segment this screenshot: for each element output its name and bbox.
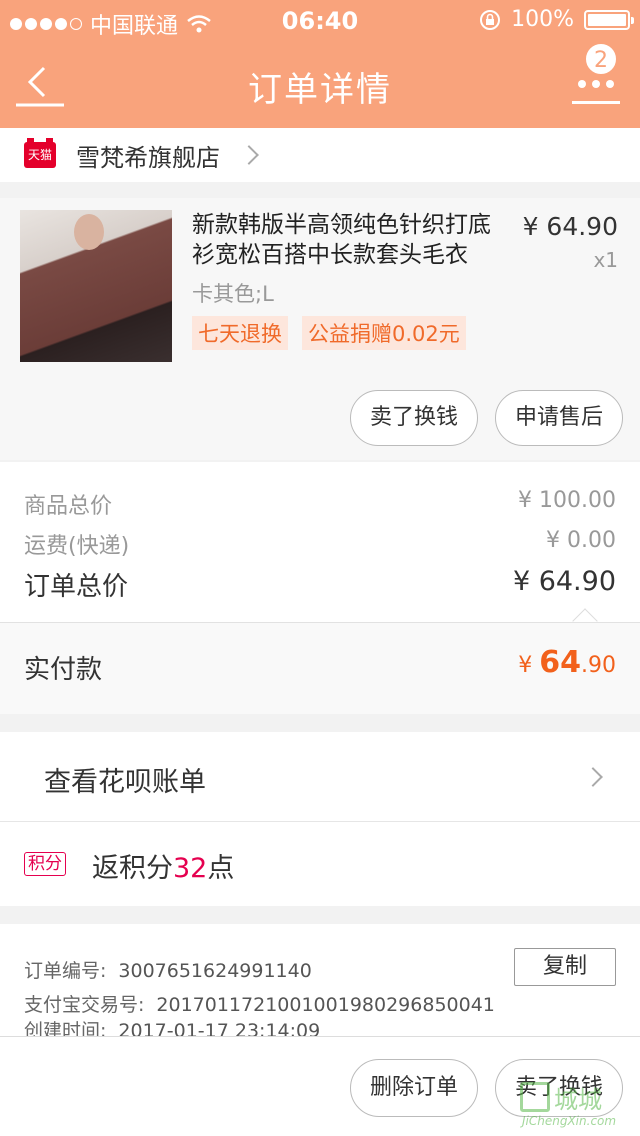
page-title: 订单详情 bbox=[248, 70, 392, 110]
service-tags: 七天退换 公益捐赠0.02元 bbox=[192, 316, 466, 350]
alipay-number-row: 支付宝交易号: 2017011721001001980296850041 bbox=[24, 990, 495, 1017]
order-total-label: 订单总价 bbox=[24, 572, 129, 602]
chevron-right-icon bbox=[239, 145, 259, 165]
shipping-label: 运费(快递) bbox=[24, 534, 130, 559]
product-image[interactable] bbox=[20, 210, 172, 362]
rotation-lock-icon bbox=[480, 9, 501, 30]
battery-icon bbox=[584, 9, 634, 30]
delete-order-button[interactable]: 删除订单 bbox=[350, 1059, 478, 1117]
shipping-value: ¥ 0.00 bbox=[546, 528, 616, 553]
points-prefix: 返积分 bbox=[92, 853, 173, 884]
huabei-label: 查看花呗账单 bbox=[44, 767, 206, 798]
paid-currency: ¥ bbox=[518, 653, 540, 678]
points-suffix: 点 bbox=[207, 853, 235, 884]
after-sale-button[interactable]: 申请售后 bbox=[495, 390, 623, 446]
points-text: 返积分32点 bbox=[92, 846, 234, 885]
goods-total-label: 商品总价 bbox=[24, 494, 113, 519]
battery-percent: 100% bbox=[511, 7, 574, 32]
shipping-row: 运费(快递) ¥ 0.00 bbox=[24, 528, 616, 560]
status-right: 100% bbox=[479, 7, 634, 32]
sell-button[interactable]: 卖了换钱 bbox=[350, 390, 478, 446]
product-sku: 卡其色;L bbox=[192, 282, 274, 306]
points-number: 32 bbox=[173, 853, 208, 884]
points-row: 积分 返积分32点 bbox=[0, 822, 640, 906]
goods-total-value: ¥ 100.00 bbox=[518, 488, 616, 513]
paid-label: 实付款 bbox=[24, 655, 103, 685]
chevron-right-icon bbox=[583, 767, 603, 787]
points-icon: 积分 bbox=[24, 852, 66, 876]
paid-decimal: .90 bbox=[581, 653, 616, 678]
top-bar: 中国联通 06:40 100% 订单详情 2 bbox=[0, 0, 640, 128]
alipay-number-label: 支付宝交易号: bbox=[24, 994, 145, 1016]
paid-row: 实付款 ¥ 64.90 bbox=[0, 622, 640, 714]
shop-row[interactable]: 天猫 雪梵希旗舰店 bbox=[0, 128, 640, 182]
order-info: 订单编号: 3007651624991140 复制 支付宝交易号: 20170117… bbox=[0, 924, 640, 1042]
order-total-row: 订单总价 ¥ 64.90 bbox=[24, 566, 616, 603]
tag-charity: 公益捐赠0.02元 bbox=[302, 316, 466, 350]
status-bar: 中国联通 06:40 100% bbox=[0, 0, 640, 40]
product-price: ¥ 64.90 bbox=[522, 212, 618, 241]
more-icon bbox=[578, 80, 614, 88]
paid-int: 64 bbox=[539, 645, 581, 680]
product-quantity: x1 bbox=[593, 248, 618, 272]
alipay-number: 2017011721001001980296850041 bbox=[156, 994, 495, 1016]
more-button[interactable]: 2 bbox=[572, 42, 622, 108]
order-total-value: ¥ 64.90 bbox=[512, 566, 616, 597]
tag-return: 七天退换 bbox=[192, 316, 288, 350]
watermark-logo: 城城 JiChengXin.com bbox=[518, 1080, 634, 1132]
product-title: 新款韩版半高领纯色针织打底衫宽松百搭中长款套头毛衣 bbox=[192, 212, 491, 268]
paid-value: ¥ 64.90 bbox=[518, 645, 616, 680]
message-badge: 2 bbox=[584, 42, 618, 76]
order-number-row: 订单编号: 3007651624991140 bbox=[24, 956, 312, 983]
order-number-label: 订单编号: bbox=[24, 960, 107, 982]
goods-total-row: 商品总价 ¥ 100.00 bbox=[24, 488, 616, 520]
order-item[interactable]: 新款韩版半高领纯色针织打底衫宽松百搭中长款套头毛衣 ¥ 64.90 x1 卡其色… bbox=[0, 198, 640, 460]
tmall-icon: 天猫 bbox=[24, 138, 56, 168]
shop-name: 雪梵希旗舰店 bbox=[76, 143, 220, 172]
order-number: 3007651624991140 bbox=[118, 960, 312, 982]
price-summary: 商品总价 ¥ 100.00 运费(快递) ¥ 0.00 订单总价 ¥ 64.90 bbox=[0, 462, 640, 634]
huabei-bill-row[interactable]: 查看花呗账单 bbox=[0, 732, 640, 822]
copy-button[interactable]: 复制 bbox=[514, 948, 616, 986]
